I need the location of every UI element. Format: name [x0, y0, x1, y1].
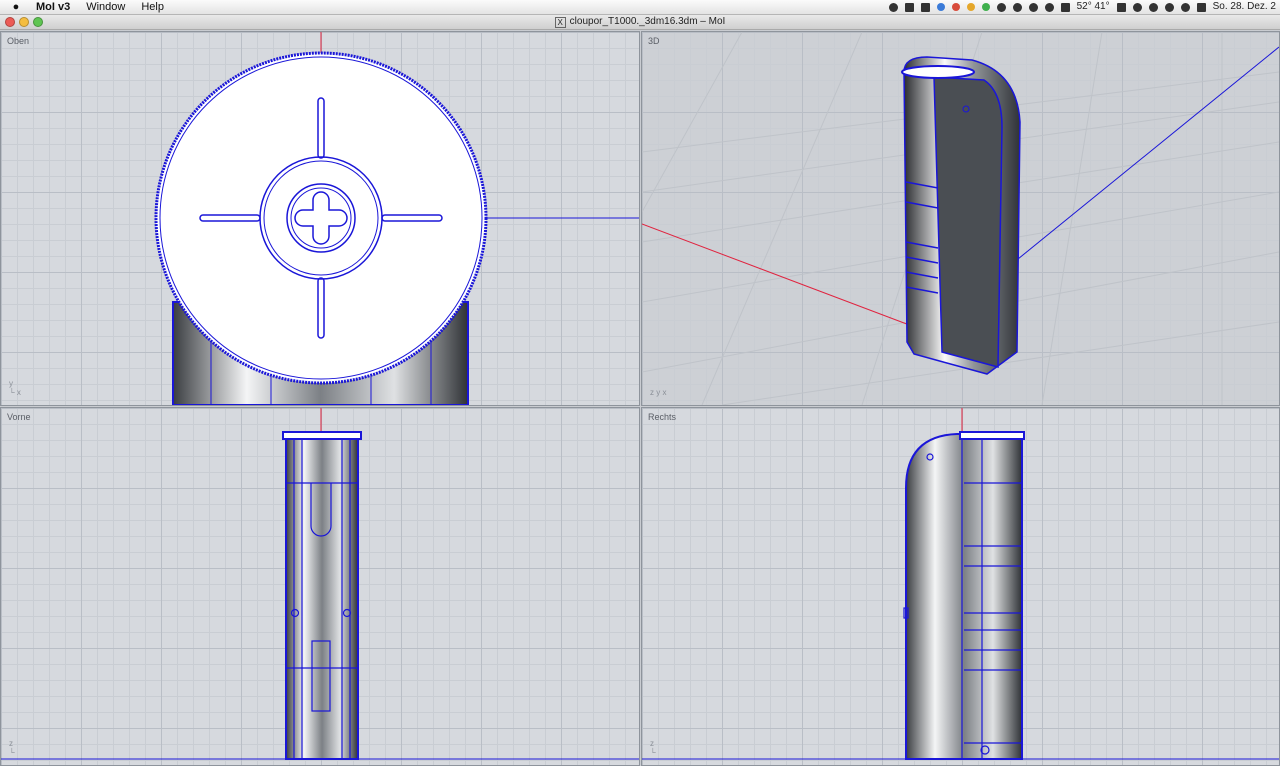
wifi-icon[interactable]: [1180, 2, 1190, 12]
viewport-label[interactable]: 3D: [648, 36, 660, 46]
temperature-readout[interactable]: 52° 41°: [1077, 0, 1110, 14]
viewport-label[interactable]: Vorne: [7, 412, 31, 422]
apple-icon[interactable]: ●: [8, 0, 24, 14]
status-icon[interactable]: [966, 3, 975, 11]
axis-indicator: z y x: [650, 388, 667, 397]
front-view-geometry: [1, 408, 639, 760]
window-titlebar: Xcloupor_T1000._3dm16.3dm – MoI: [0, 15, 1280, 30]
axis-indicator: y └ x: [9, 379, 21, 397]
status-icon[interactable]: [981, 3, 990, 11]
status-icon[interactable]: [888, 2, 898, 12]
viewport-label[interactable]: Oben: [7, 36, 29, 46]
app-menu[interactable]: MoI v3: [36, 0, 70, 14]
axis-indicator: z └: [650, 739, 656, 757]
x11-icon: X: [554, 17, 566, 28]
status-icon[interactable]: [1060, 2, 1070, 12]
clock[interactable]: So. 28. Dez. 2: [1213, 0, 1276, 14]
menu-help[interactable]: Help: [141, 0, 164, 14]
status-icon[interactable]: [996, 2, 1006, 12]
status-icon[interactable]: [951, 3, 960, 11]
time-machine-icon[interactable]: [1132, 2, 1142, 12]
wifi-icon[interactable]: [1044, 2, 1054, 12]
bluetooth-icon[interactable]: [1148, 2, 1158, 12]
axis-indicator: z └: [9, 739, 15, 757]
volume-icon[interactable]: [1164, 2, 1174, 12]
viewport-front[interactable]: Vorne z └: [0, 407, 640, 766]
window-title: Xcloupor_T1000._3dm16.3dm – MoI: [0, 15, 1280, 29]
viewport-3d[interactable]: 3D z y x: [641, 31, 1280, 406]
battery-icon[interactable]: [1196, 2, 1206, 12]
glasses-icon[interactable]: [1012, 2, 1022, 12]
status-icon[interactable]: [1116, 2, 1126, 12]
status-icon[interactable]: [936, 3, 945, 11]
status-icon[interactable]: [1028, 2, 1038, 12]
status-icon[interactable]: [920, 2, 930, 12]
top-view-geometry: [154, 32, 639, 405]
status-icon[interactable]: [904, 2, 914, 12]
menu-window[interactable]: Window: [86, 0, 125, 14]
viewport-label[interactable]: Rechts: [648, 412, 676, 422]
viewport-right[interactable]: Rechts z └: [641, 407, 1280, 766]
menu-bar: ● MoI v3 Window Help 52° 41° So. 28. Dez…: [0, 0, 1280, 15]
viewport-top[interactable]: Oben y └ x: [0, 31, 640, 406]
right-view-geometry: [642, 408, 1279, 760]
perspective-view-geometry: [642, 32, 1279, 405]
